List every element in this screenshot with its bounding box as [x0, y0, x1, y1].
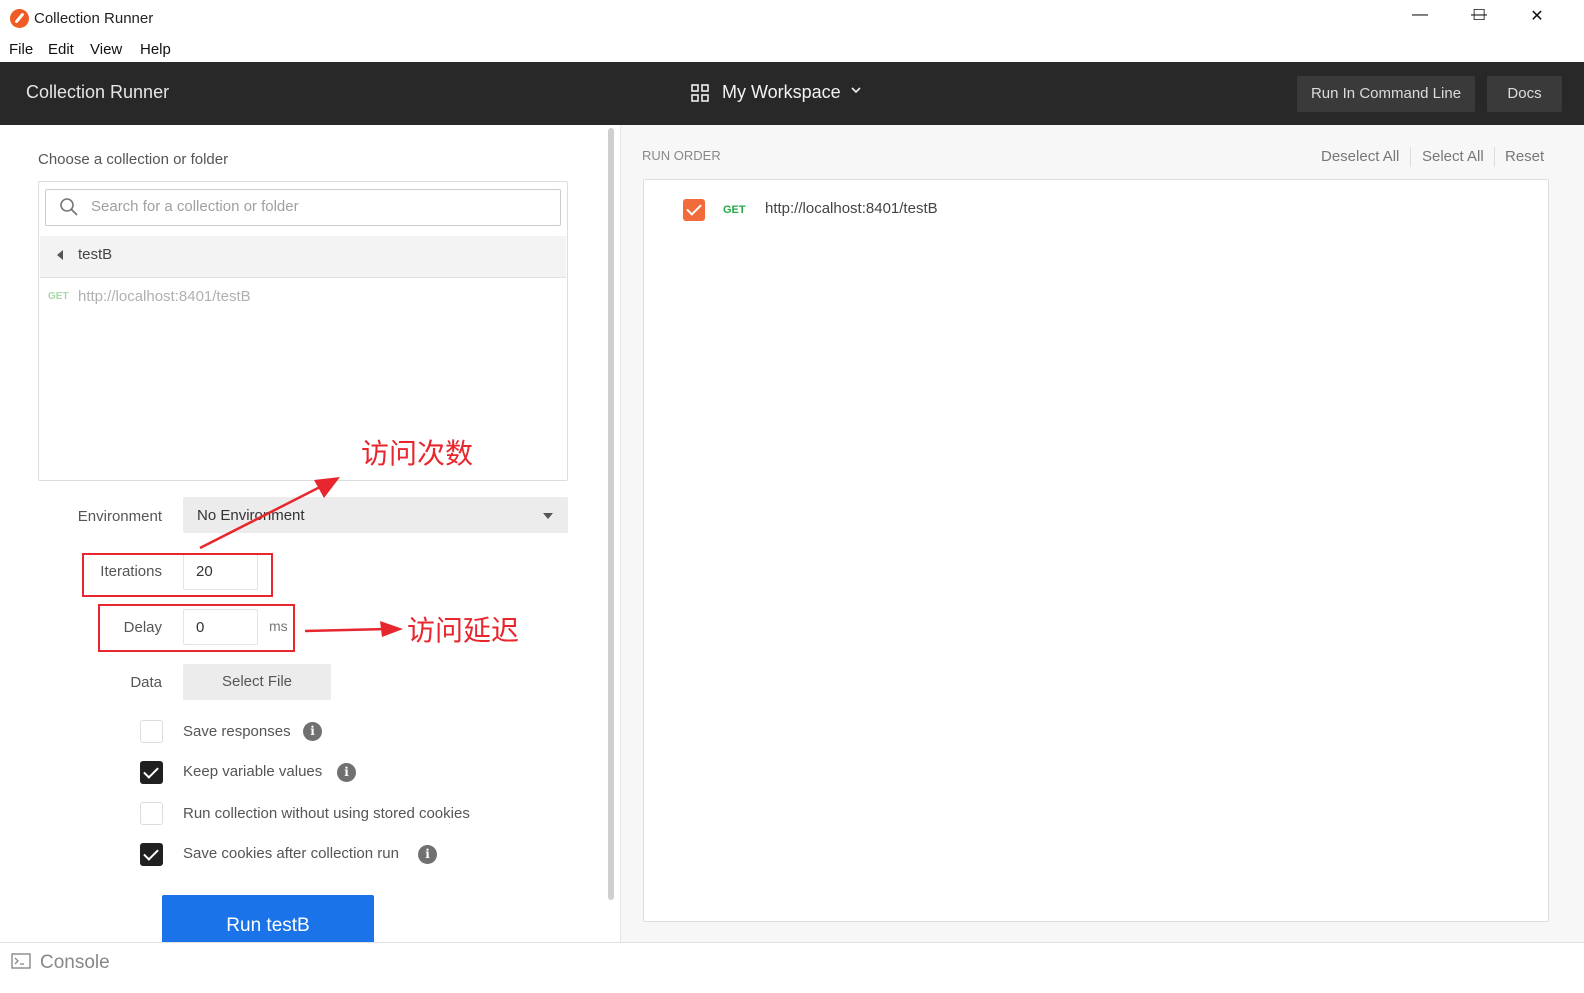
arrow-icon — [199, 477, 340, 550]
menu-help[interactable]: Help — [140, 41, 171, 58]
collection-label: testB — [78, 246, 113, 263]
request-method: GET — [48, 291, 69, 302]
environment-label: Environment — [77, 508, 162, 525]
divider — [1494, 147, 1495, 167]
save-responses-label: Save responses — [183, 723, 291, 740]
chevron-down-icon[interactable] — [850, 84, 862, 96]
select-all-link[interactable]: Select All — [1422, 148, 1484, 165]
request-url: http://localhost:8401/testB — [78, 288, 251, 305]
run-order-list — [643, 179, 1549, 922]
delay-highlight-box — [98, 604, 295, 652]
terminal-icon[interactable] — [11, 953, 31, 969]
choose-collection-label: Choose a collection or folder — [38, 151, 229, 168]
save-responses-checkbox[interactable] — [140, 720, 163, 743]
maximize-window-button[interactable]: ☐ — [1457, 6, 1501, 32]
menu-edit[interactable]: Edit — [48, 41, 74, 58]
select-file-button[interactable]: Select File — [183, 664, 331, 700]
iterations-annotation: 访问次数 — [361, 437, 474, 470]
run-without-cookies-checkbox[interactable] — [140, 802, 163, 825]
collection-browser — [38, 181, 568, 481]
run-order-item-method: GET — [723, 204, 746, 216]
title-bar — [0, 0, 1584, 38]
keep-variable-values-label: Keep variable values — [183, 763, 323, 780]
header-title: Collection Runner — [26, 82, 170, 102]
postman-icon — [10, 9, 29, 28]
save-cookies-checkbox[interactable] — [140, 843, 163, 866]
close-window-button[interactable]: ✕ — [1515, 6, 1559, 32]
caret-down-icon — [543, 513, 553, 519]
search-placeholder: Search for a collection or folder — [91, 198, 299, 215]
search-icon — [60, 198, 78, 216]
collection-item-testB[interactable] — [40, 236, 566, 278]
scrollbar[interactable] — [608, 128, 614, 900]
delay-annotation: 访问延迟 — [407, 614, 520, 647]
menu-view[interactable]: View — [90, 41, 122, 58]
info-icon[interactable]: i — [303, 722, 322, 741]
run-order-item-url: http://localhost:8401/testB — [765, 200, 938, 217]
run-collection-button[interactable]: Run testB — [162, 895, 374, 942]
run-without-cookies-label: Run collection without using stored cook… — [183, 805, 470, 822]
reset-link[interactable]: Reset — [1505, 148, 1544, 165]
run-order-title: RUN ORDER — [642, 148, 721, 163]
console-bar[interactable] — [0, 942, 1584, 993]
grid-icon[interactable] — [691, 84, 709, 102]
arrow-icon — [304, 621, 403, 637]
console-label[interactable]: Console — [40, 952, 110, 974]
menu-bar — [0, 38, 1584, 62]
data-label: Data — [130, 674, 162, 691]
info-icon[interactable]: i — [337, 763, 356, 782]
workspace-selector[interactable]: My Workspace — [722, 82, 841, 103]
deselect-all-link[interactable]: Deselect All — [1321, 148, 1399, 165]
run-in-command-line-button[interactable]: Run In Command Line — [1297, 76, 1475, 112]
docs-button[interactable]: Docs — [1487, 76, 1562, 112]
info-icon[interactable]: i — [418, 845, 437, 864]
minimize-window-button[interactable]: — — [1398, 6, 1442, 32]
save-cookies-label: Save cookies after collection run — [183, 845, 399, 862]
divider — [1410, 147, 1411, 167]
caret-left-icon[interactable] — [57, 250, 63, 260]
keep-variable-values-checkbox[interactable] — [140, 761, 163, 784]
menu-file[interactable]: File — [9, 41, 33, 58]
window-title: Collection Runner — [34, 10, 154, 27]
run-order-item-checkbox[interactable] — [683, 199, 705, 221]
